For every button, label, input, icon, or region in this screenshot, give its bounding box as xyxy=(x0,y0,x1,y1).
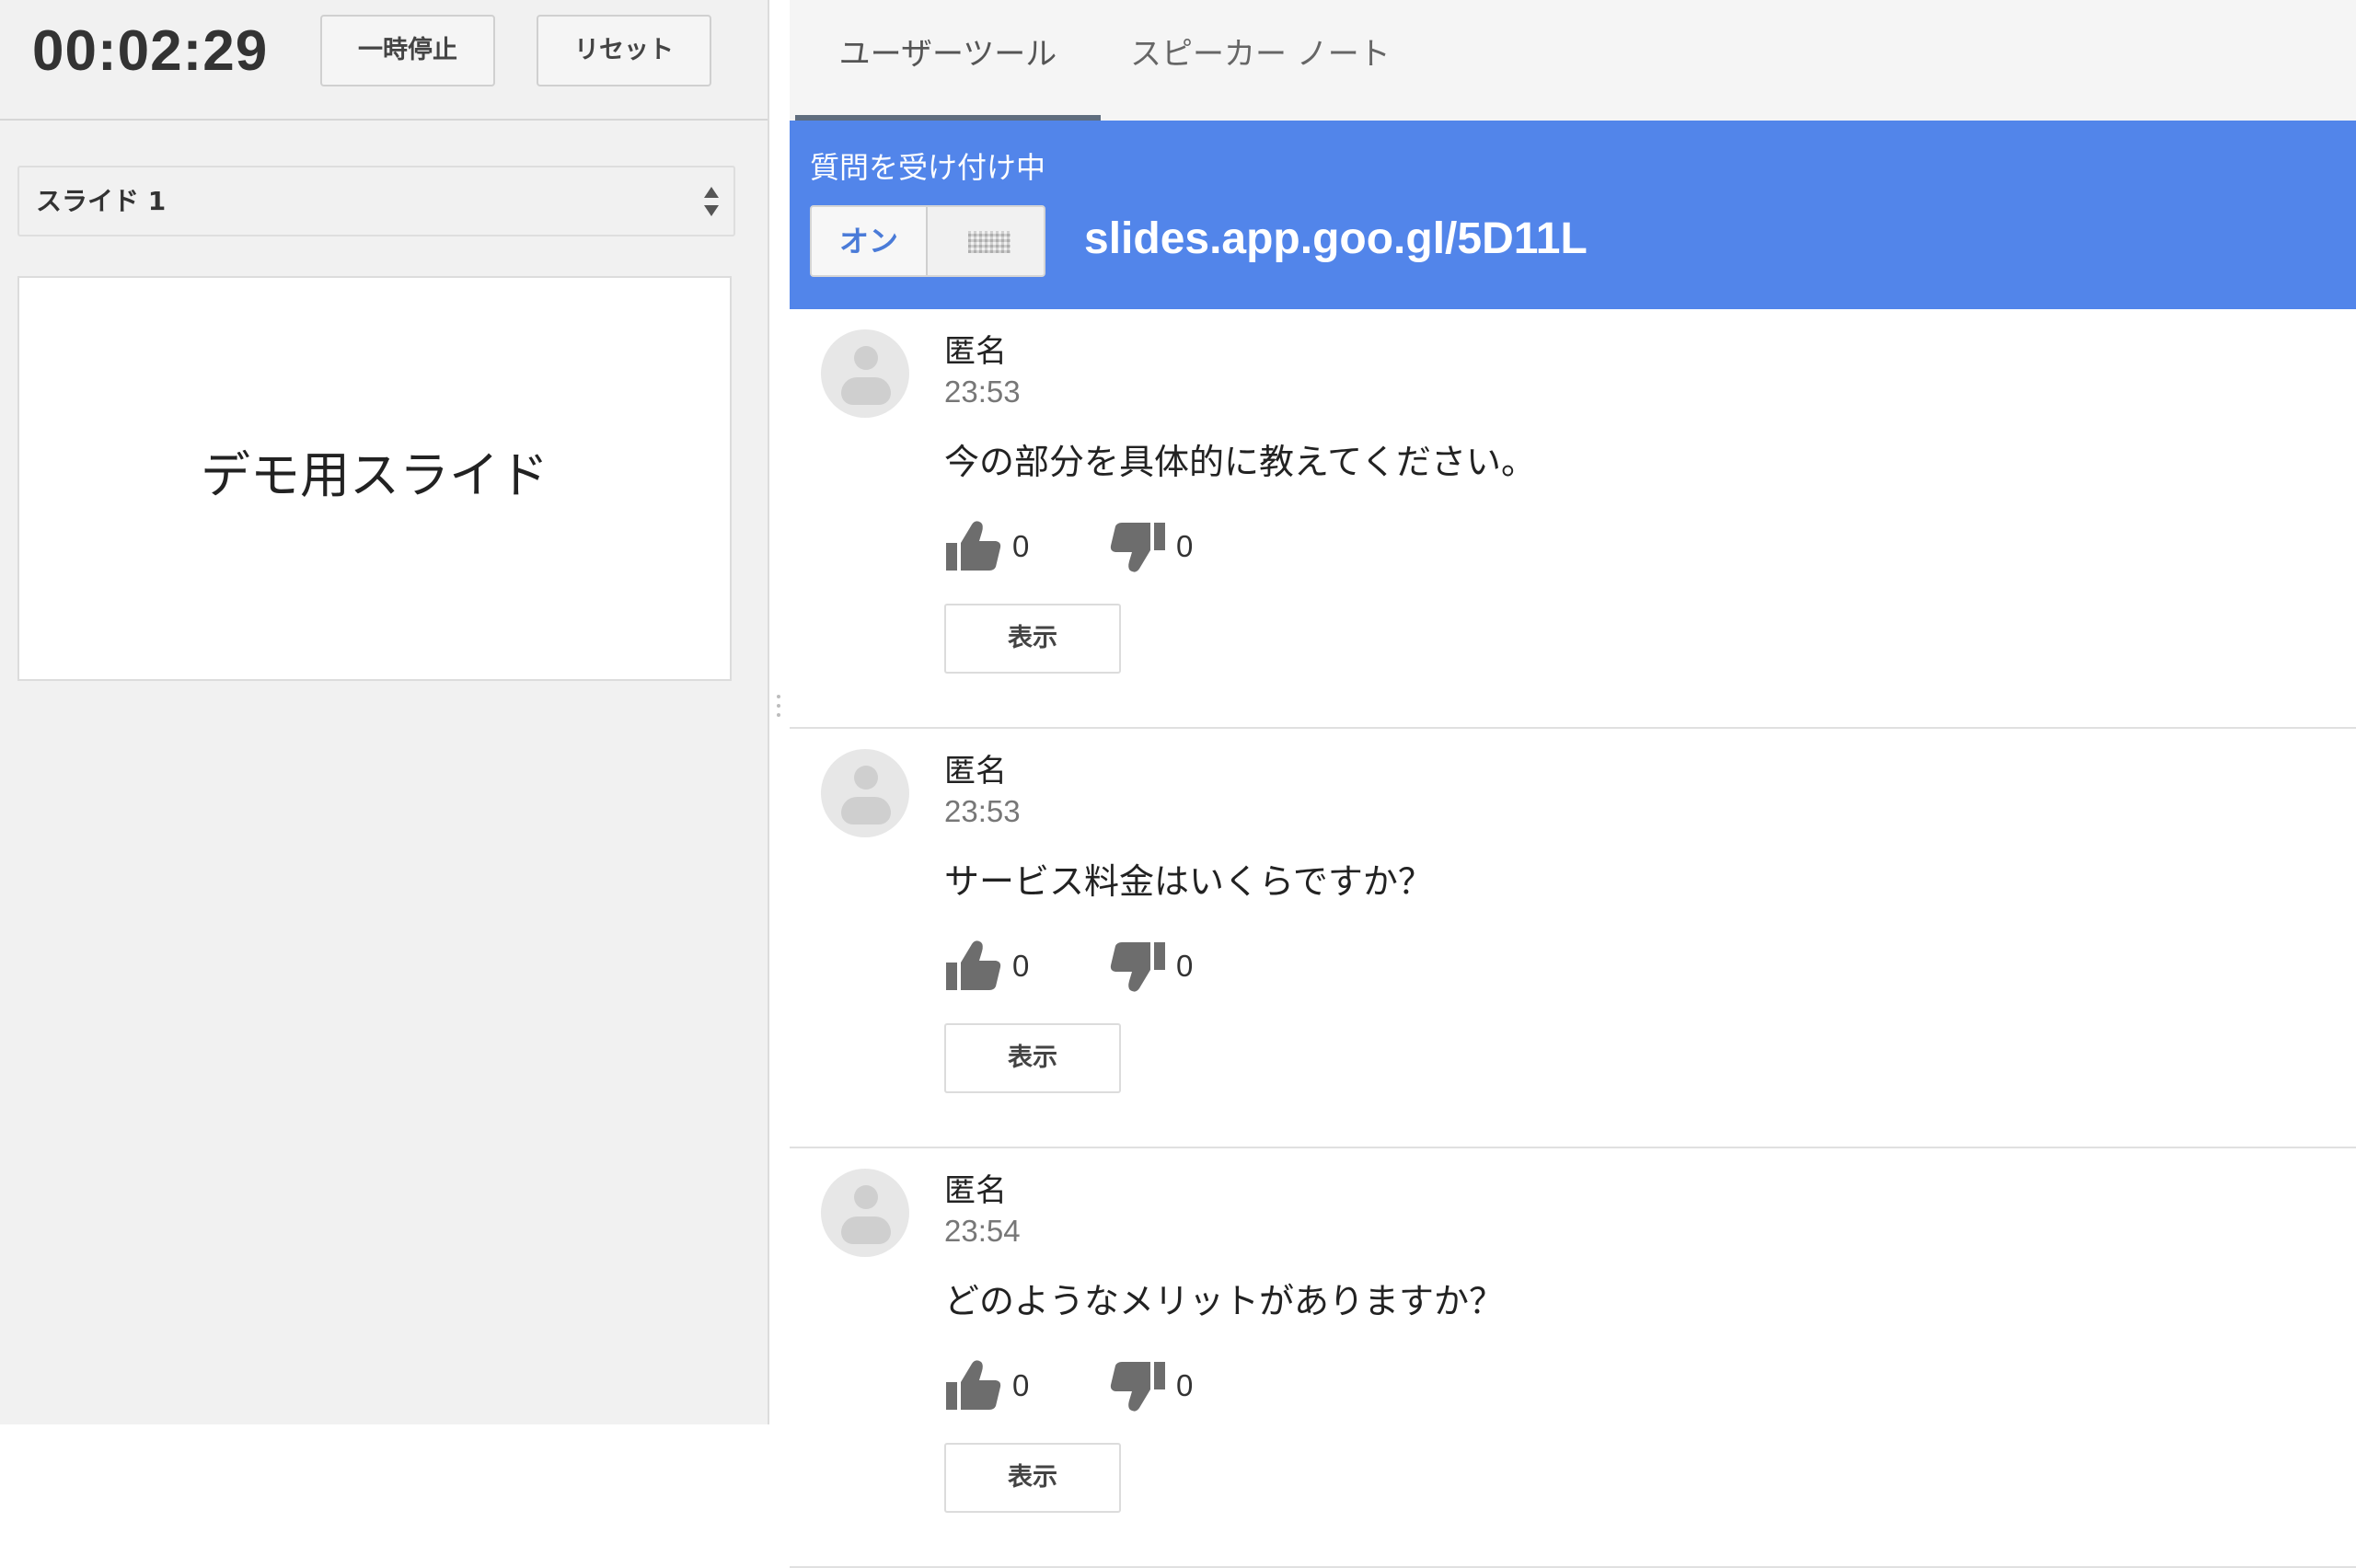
qa-banner: 質問を受け付け中 オン slides.app.goo.gl/5D11L xyxy=(790,121,2356,309)
question-author: 匿名 xyxy=(944,333,1007,370)
thumbs-down-icon xyxy=(1110,942,1165,992)
panel-resize-handle[interactable] xyxy=(776,695,781,722)
avatar-icon xyxy=(821,1169,909,1257)
tab-user-tools[interactable]: ユーザーツール xyxy=(795,0,1101,121)
upvote-count: 0 xyxy=(1012,529,1030,563)
upvote-count: 0 xyxy=(1012,949,1030,983)
show-question-button[interactable]: 表示 xyxy=(944,1023,1121,1093)
thumbs-up-icon xyxy=(946,940,1001,990)
question-list: 匿名 23:53 今の部分を具体的に教えてください。 0 0 表示 匿名 23:… xyxy=(790,309,2356,1568)
slide-selector[interactable]: スライド 1 xyxy=(17,166,735,236)
thumbs-up-icon xyxy=(946,1360,1001,1410)
toggle-grip-icon xyxy=(968,231,1011,253)
thumbs-down-icon xyxy=(1110,1362,1165,1412)
elapsed-timer: 00:02:29 xyxy=(32,19,269,83)
thumbs-up-icon xyxy=(946,521,1001,571)
question-author: 匿名 xyxy=(944,753,1007,790)
question-time: 23:53 xyxy=(944,794,1021,828)
question-item: 匿名 23:54 どのようなメリットがありますか？ 0 0 表示 xyxy=(790,1148,2356,1568)
timer-bar: 00:02:29 一時停止 リセット xyxy=(0,0,768,121)
question-item: 匿名 23:53 今の部分を具体的に教えてください。 0 0 表示 xyxy=(790,309,2356,729)
thumbs-down-icon xyxy=(1110,523,1165,572)
show-question-button[interactable]: 表示 xyxy=(944,1443,1121,1513)
question-text: 今の部分を具体的に教えてください。 xyxy=(944,442,1536,482)
avatar-icon xyxy=(821,749,909,837)
qa-url[interactable]: slides.app.goo.gl/5D11L xyxy=(1084,209,1588,270)
slide-preview-title: デモ用スライド xyxy=(201,446,549,504)
downvote-count: 0 xyxy=(1176,529,1194,563)
question-text: どのようなメリットがありますか？ xyxy=(944,1281,1505,1321)
select-arrows-icon xyxy=(704,187,719,216)
question-time: 23:54 xyxy=(944,1214,1021,1248)
slide-preview[interactable]: デモ用スライド xyxy=(17,276,732,681)
downvote-count: 0 xyxy=(1176,949,1194,983)
qa-toggle-on-label: オン xyxy=(812,207,928,275)
avatar-icon xyxy=(821,329,909,418)
user-tools-panel: ユーザーツール スピーカー ノート 質問を受け付け中 オン slides.app… xyxy=(790,0,2356,1568)
pause-button[interactable]: 一時停止 xyxy=(320,15,495,86)
downvote-count: 0 xyxy=(1176,1368,1194,1402)
slide-selector-value: スライド 1 xyxy=(36,186,167,216)
tab-bar: ユーザーツール スピーカー ノート xyxy=(790,0,2356,121)
question-text: サービス料金はいくらですか？ xyxy=(944,861,1433,902)
upvote-count: 0 xyxy=(1012,1368,1030,1402)
qa-toggle[interactable]: オン xyxy=(810,205,1045,277)
question-item: 匿名 23:53 サービス料金はいくらですか？ 0 0 表示 xyxy=(790,729,2356,1148)
show-question-button[interactable]: 表示 xyxy=(944,604,1121,674)
reset-button[interactable]: リセット xyxy=(537,15,711,86)
presenter-sidebar: 00:02:29 一時停止 リセット スライド 1 デモ用スライド xyxy=(0,0,769,1424)
question-author: 匿名 xyxy=(944,1172,1007,1209)
tab-speaker-notes[interactable]: スピーカー ノート xyxy=(1130,0,1406,121)
qa-status: 質問を受け付け中 xyxy=(810,150,1046,185)
question-time: 23:53 xyxy=(944,375,1021,409)
